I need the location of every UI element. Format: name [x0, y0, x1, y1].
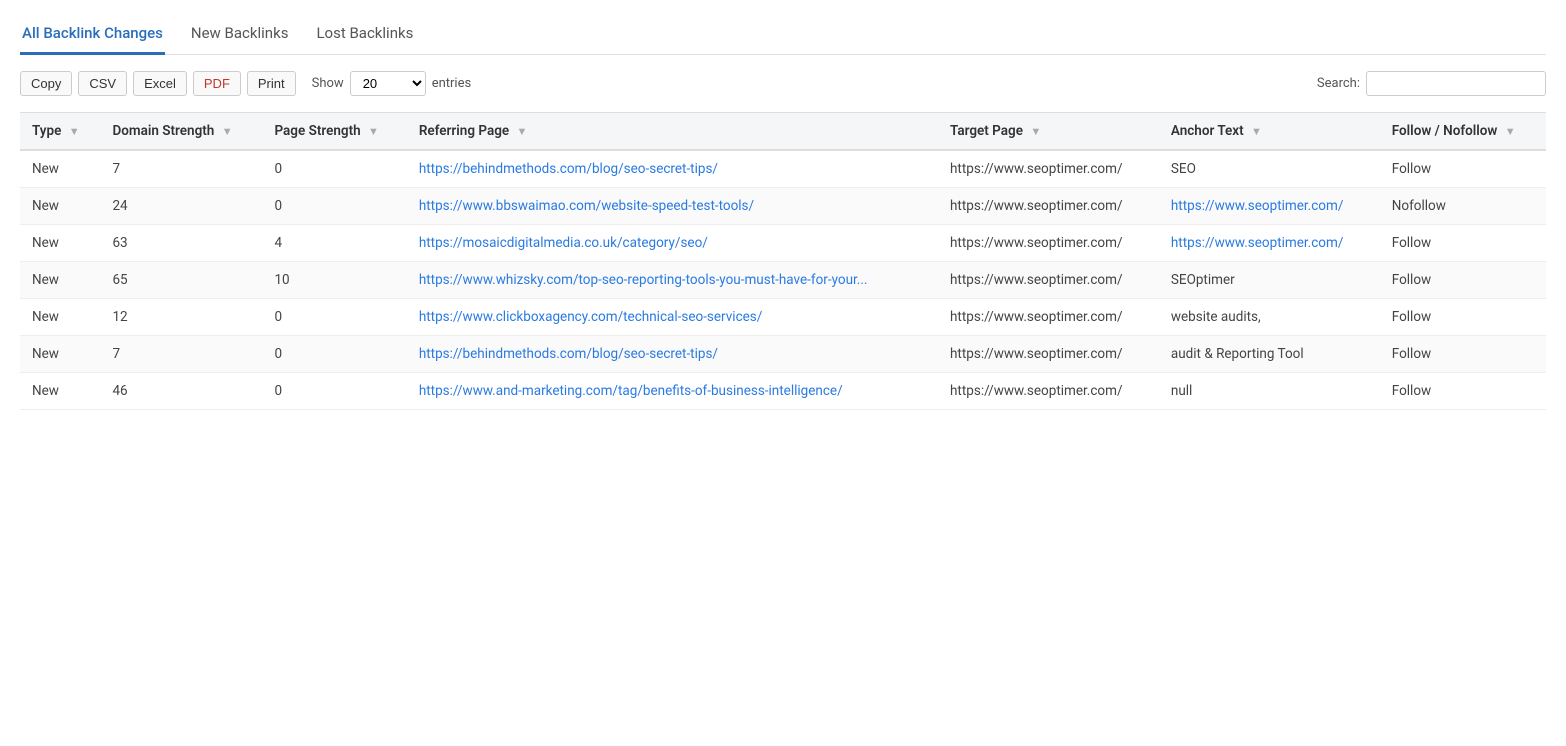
- cell-anchor-text: SEOptimer: [1159, 262, 1380, 299]
- entries-select[interactable]: 10 20 25 50 100: [350, 71, 426, 96]
- cell-referring-page[interactable]: https://www.whizsky.com/top-seo-reportin…: [407, 262, 938, 299]
- col-page-strength[interactable]: Page Strength ▼: [262, 113, 406, 151]
- cell-page-strength: 4: [262, 225, 406, 262]
- cell-referring-page-link[interactable]: https://www.whizsky.com/top-seo-reportin…: [419, 272, 868, 288]
- cell-target-page: https://www.seoptimer.com/: [938, 225, 1159, 262]
- table-row: New460 https://www.and-marketing.com/tag/…: [20, 373, 1546, 410]
- cell-anchor-text: website audits,: [1159, 299, 1380, 336]
- cell-follow-nofollow: Follow: [1380, 299, 1546, 336]
- cell-target-page: https://www.seoptimer.com/: [938, 188, 1159, 225]
- cell-type: New: [20, 188, 100, 225]
- cell-domain-strength: 24: [100, 188, 262, 225]
- cell-type: New: [20, 373, 100, 410]
- sort-icon-target: ▼: [1030, 125, 1041, 138]
- cell-target-page: https://www.seoptimer.com/: [938, 336, 1159, 373]
- sort-icon-follow: ▼: [1505, 125, 1516, 138]
- tab-new-backlinks[interactable]: New Backlinks: [189, 16, 291, 55]
- cell-type: New: [20, 336, 100, 373]
- cell-domain-strength: 12: [100, 299, 262, 336]
- cell-follow-nofollow: Follow: [1380, 150, 1546, 188]
- entries-text: entries: [432, 76, 472, 91]
- copy-button[interactable]: Copy: [20, 71, 72, 96]
- cell-referring-page-link[interactable]: https://mosaicdigitalmedia.co.uk/categor…: [419, 235, 708, 251]
- cell-referring-page[interactable]: https://www.bbswaimao.com/website-speed-…: [407, 188, 938, 225]
- cell-target-page: https://www.seoptimer.com/: [938, 150, 1159, 188]
- cell-follow-nofollow: Nofollow: [1380, 188, 1546, 225]
- col-anchor-text[interactable]: Anchor Text ▼: [1159, 113, 1380, 151]
- cell-follow-nofollow: Follow: [1380, 262, 1546, 299]
- cell-referring-page[interactable]: https://www.and-marketing.com/tag/benefi…: [407, 373, 938, 410]
- cell-referring-page[interactable]: https://www.clickboxagency.com/technical…: [407, 299, 938, 336]
- search-input[interactable]: [1366, 71, 1546, 96]
- cell-domain-strength: 7: [100, 336, 262, 373]
- cell-domain-strength: 7: [100, 150, 262, 188]
- cell-target-page: https://www.seoptimer.com/: [938, 299, 1159, 336]
- cell-target-page: https://www.seoptimer.com/: [938, 373, 1159, 410]
- excel-button[interactable]: Excel: [133, 71, 187, 96]
- cell-anchor-text[interactable]: https://www.seoptimer.com/: [1159, 225, 1380, 262]
- cell-anchor-text[interactable]: https://www.seoptimer.com/: [1159, 188, 1380, 225]
- pdf-button[interactable]: PDF: [193, 71, 241, 96]
- cell-follow-nofollow: Follow: [1380, 225, 1546, 262]
- cell-referring-page-link[interactable]: https://behindmethods.com/blog/seo-secre…: [419, 161, 718, 177]
- cell-referring-page[interactable]: https://behindmethods.com/blog/seo-secre…: [407, 150, 938, 188]
- col-referring-page[interactable]: Referring Page ▼: [407, 113, 938, 151]
- col-type[interactable]: Type ▼: [20, 113, 100, 151]
- sort-icon-referring: ▼: [517, 125, 528, 138]
- cell-page-strength: 0: [262, 150, 406, 188]
- cell-page-strength: 0: [262, 373, 406, 410]
- cell-domain-strength: 46: [100, 373, 262, 410]
- table-row: New70 https://behindmethods.com/blog/seo-…: [20, 336, 1546, 373]
- tab-lost-backlinks[interactable]: Lost Backlinks: [314, 16, 415, 55]
- table-row: New70 https://behindmethods.com/blog/seo-…: [20, 150, 1546, 188]
- tab-bar: All Backlink Changes New Backlinks Lost …: [20, 16, 1546, 55]
- cell-type: New: [20, 150, 100, 188]
- csv-button[interactable]: CSV: [78, 71, 127, 96]
- cell-referring-page-link[interactable]: https://www.clickboxagency.com/technical…: [419, 309, 763, 325]
- tab-all-backlink-changes[interactable]: All Backlink Changes: [20, 16, 165, 55]
- toolbar: Copy CSV Excel PDF Print Show 10 20 25 5…: [20, 71, 1546, 96]
- col-domain-strength[interactable]: Domain Strength ▼: [100, 113, 262, 151]
- backlinks-table: Type ▼ Domain Strength ▼ Page Strength ▼…: [20, 112, 1546, 410]
- cell-anchor-text: null: [1159, 373, 1380, 410]
- print-button[interactable]: Print: [247, 71, 296, 96]
- table-row: New120 https://www.clickboxagency.com/tec…: [20, 299, 1546, 336]
- sort-icon-anchor: ▼: [1251, 125, 1262, 138]
- cell-page-strength: 0: [262, 188, 406, 225]
- cell-target-page: https://www.seoptimer.com/: [938, 262, 1159, 299]
- show-label: Show: [312, 76, 344, 91]
- cell-anchor-text-link[interactable]: https://www.seoptimer.com/: [1171, 198, 1344, 214]
- cell-referring-page[interactable]: https://mosaicdigitalmedia.co.uk/categor…: [407, 225, 938, 262]
- table-body: New70https://behindmethods.com/blog/seo-…: [20, 150, 1546, 410]
- cell-anchor-text-link[interactable]: https://www.seoptimer.com/: [1171, 235, 1344, 251]
- sort-icon-domain: ▼: [222, 125, 233, 138]
- table-row: New6510 https://www.whizsky.com/top-seo-r…: [20, 262, 1546, 299]
- cell-page-strength: 10: [262, 262, 406, 299]
- sort-icon-page: ▼: [368, 125, 379, 138]
- cell-follow-nofollow: Follow: [1380, 336, 1546, 373]
- cell-page-strength: 0: [262, 336, 406, 373]
- cell-referring-page-link[interactable]: https://www.and-marketing.com/tag/benefi…: [419, 383, 843, 399]
- cell-domain-strength: 63: [100, 225, 262, 262]
- col-target-page[interactable]: Target Page ▼: [938, 113, 1159, 151]
- table-header-row: Type ▼ Domain Strength ▼ Page Strength ▼…: [20, 113, 1546, 151]
- search-label: Search:: [1317, 76, 1360, 91]
- cell-follow-nofollow: Follow: [1380, 373, 1546, 410]
- cell-anchor-text: SEO: [1159, 150, 1380, 188]
- table-row: New634 https://mosaicdigitalmedia.co.uk/c…: [20, 225, 1546, 262]
- table-row: New240 https://www.bbswaimao.com/website-…: [20, 188, 1546, 225]
- sort-icon-type: ▼: [69, 125, 80, 138]
- cell-referring-page-link[interactable]: https://behindmethods.com/blog/seo-secre…: [419, 346, 718, 362]
- cell-domain-strength: 65: [100, 262, 262, 299]
- cell-anchor-text: audit & Reporting Tool: [1159, 336, 1380, 373]
- cell-type: New: [20, 299, 100, 336]
- col-follow-nofollow[interactable]: Follow / Nofollow ▼: [1380, 113, 1546, 151]
- cell-type: New: [20, 225, 100, 262]
- cell-referring-page-link[interactable]: https://www.bbswaimao.com/website-speed-…: [419, 198, 754, 214]
- cell-type: New: [20, 262, 100, 299]
- cell-page-strength: 0: [262, 299, 406, 336]
- cell-referring-page[interactable]: https://behindmethods.com/blog/seo-secre…: [407, 336, 938, 373]
